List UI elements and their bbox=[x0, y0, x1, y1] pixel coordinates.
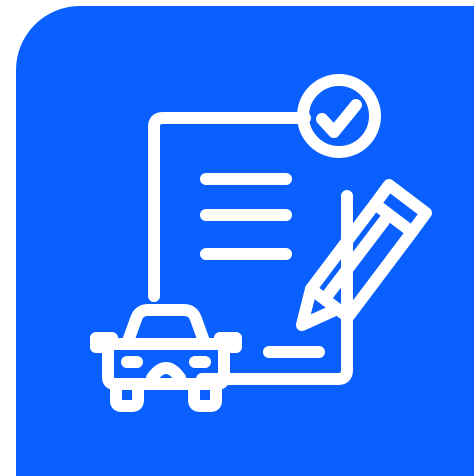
car-document-sign-icon bbox=[16, 6, 474, 476]
app-icon-tile bbox=[16, 6, 474, 476]
